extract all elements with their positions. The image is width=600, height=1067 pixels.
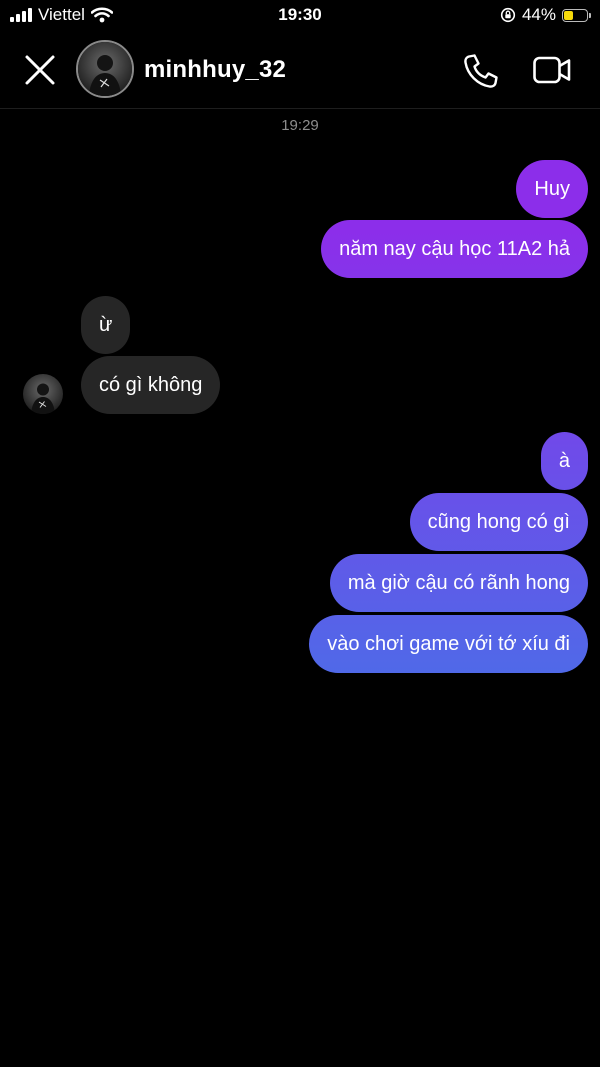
message-thread[interactable]: 19:29 Huy năm nay cậu học 11A2 hả ừ có g… — [0, 109, 600, 1067]
phone-icon — [464, 54, 498, 88]
status-bar: Viettel 19:30 44% — [0, 0, 600, 32]
avatar-image — [23, 374, 63, 414]
message-bubble-outgoing[interactable]: mà giờ cậu có rãnh hong — [329, 554, 588, 612]
rotation-lock-icon — [500, 7, 516, 23]
video-camera-icon — [533, 56, 571, 84]
voice-call-button[interactable] — [462, 52, 500, 90]
message-bubble-outgoing[interactable]: Huy — [516, 160, 588, 218]
message-bubble-outgoing[interactable]: à — [540, 432, 588, 490]
message-bubble-outgoing[interactable]: cũng hong có gì — [409, 493, 588, 551]
status-right: 44% — [500, 5, 591, 25]
avatar[interactable] — [76, 40, 134, 98]
chat-username[interactable]: minhhuy_32 — [144, 56, 286, 84]
message-bubble-outgoing[interactable]: vào chơi game với tớ xíu đi — [309, 615, 588, 673]
chat-header: minhhuy_32 — [0, 32, 600, 109]
battery-level — [564, 10, 573, 20]
message-bubble-outgoing[interactable]: năm nay cậu học 11A2 hả — [321, 220, 588, 278]
sender-avatar[interactable] — [23, 374, 63, 414]
message-bubble-incoming[interactable]: ừ — [81, 296, 131, 354]
message-bubble-incoming[interactable]: có gì không — [81, 356, 221, 414]
message-timestamp: 19:29 — [281, 117, 319, 134]
close-button[interactable] — [22, 52, 58, 88]
video-call-button[interactable] — [532, 52, 572, 88]
avatar-image — [78, 42, 132, 96]
battery-percent: 44% — [521, 5, 556, 24]
battery-icon — [562, 8, 591, 22]
close-icon — [25, 55, 55, 85]
